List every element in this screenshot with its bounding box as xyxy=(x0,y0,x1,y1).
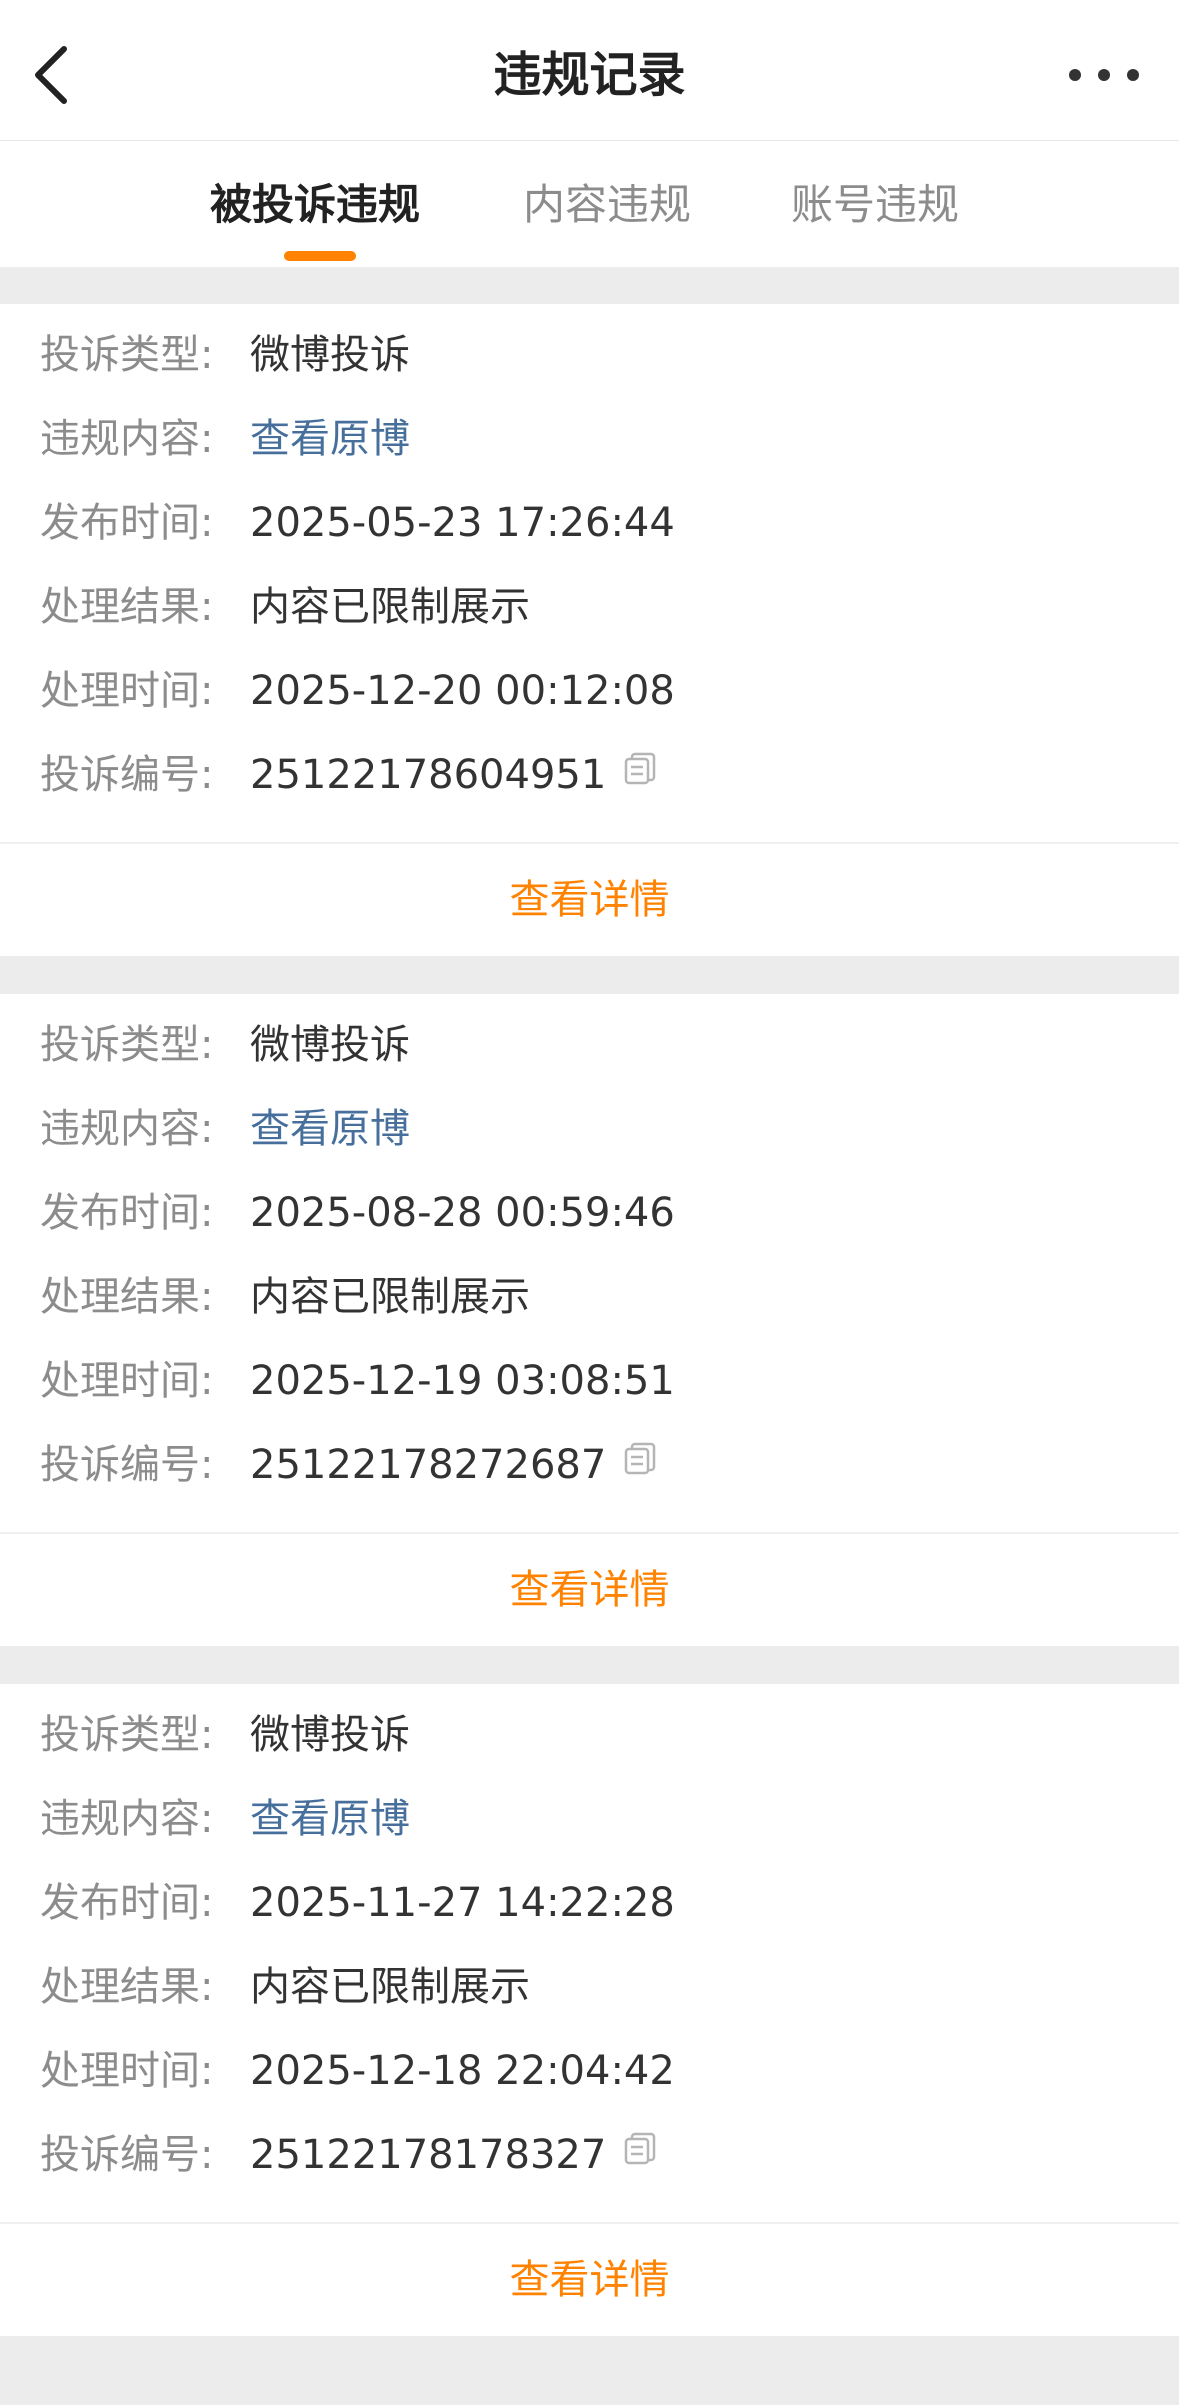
complaint-no-label: 投诉编号: xyxy=(40,2132,214,2178)
record-row-publish-time: 发布时间: 2025-05-23 17:26:44 xyxy=(40,493,675,553)
record-row-result: 处理结果: 内容已限制展示 xyxy=(40,1957,530,2017)
type-value: 微博投诉 xyxy=(250,1712,410,1758)
complaint-no-label: 投诉编号: xyxy=(40,1442,214,1488)
handle-time-label: 处理时间: xyxy=(40,668,214,714)
type-value: 微博投诉 xyxy=(250,1022,410,1068)
publish-time-label: 发布时间: xyxy=(40,500,214,546)
record-row-type: 投诉类型: 微博投诉 xyxy=(40,1015,410,1075)
record-card: 投诉类型: 微博投诉 违规内容: 查看原博 发布时间: 2025-11-27 14:2… xyxy=(0,1684,1179,2336)
complaint-no-label: 投诉编号: xyxy=(40,752,214,798)
nav-bar: 违规记录 xyxy=(0,0,1179,141)
result-value: 内容已限制展示 xyxy=(250,584,530,630)
handle-time-label: 处理时间: xyxy=(40,1358,214,1404)
complaint-no-value: 25122178178327 xyxy=(250,2132,607,2178)
publish-time-label: 发布时间: xyxy=(40,1190,214,1236)
result-value: 内容已限制展示 xyxy=(250,1964,530,2010)
publish-time-value: 2025-08-28 00:59:46 xyxy=(250,1190,675,1236)
record-row-type: 投诉类型: 微博投诉 xyxy=(40,325,410,385)
complaint-no-value: 25122178272687 xyxy=(250,1442,607,1488)
copy-icon[interactable] xyxy=(622,2123,658,2183)
tab-complained-violations[interactable]: 被投诉违规 xyxy=(210,141,420,267)
record-row-type: 投诉类型: 微博投诉 xyxy=(40,1705,410,1765)
content-label: 违规内容: xyxy=(40,1796,214,1842)
record-row-publish-time: 发布时间: 2025-11-27 14:22:28 xyxy=(40,1873,675,1933)
content-label: 违规内容: xyxy=(40,1106,214,1152)
copy-icon[interactable] xyxy=(622,743,658,803)
more-dot-icon xyxy=(1098,69,1110,81)
content-label: 违规内容: xyxy=(40,416,214,462)
record-row-content: 违规内容: 查看原博 xyxy=(40,409,410,469)
record-row-result: 处理结果: 内容已限制展示 xyxy=(40,1267,530,1327)
publish-time-value: 2025-11-27 14:22:28 xyxy=(250,1880,675,1926)
tab-account-violations[interactable]: 账号违规 xyxy=(791,141,959,267)
record-row-content: 违规内容: 查看原博 xyxy=(40,1099,410,1159)
more-dot-icon xyxy=(1127,69,1139,81)
view-details-button[interactable]: 查看详情 xyxy=(0,844,1179,957)
record-row-content: 违规内容: 查看原博 xyxy=(40,1789,410,1849)
record-row-complaint-no: 投诉编号: 25122178178327 xyxy=(40,2125,658,2185)
type-label: 投诉类型: xyxy=(40,332,214,378)
result-label: 处理结果: xyxy=(40,1964,214,2010)
record-row-handle-time: 处理时间: 2025-12-20 00:12:08 xyxy=(40,661,675,721)
complaint-no-value: 25122178604951 xyxy=(250,752,607,798)
result-label: 处理结果: xyxy=(40,1274,214,1320)
record-row-handle-time: 处理时间: 2025-12-19 03:08:51 xyxy=(40,1351,675,1411)
type-value: 微博投诉 xyxy=(250,332,410,378)
view-original-link[interactable]: 查看原博 xyxy=(250,1796,410,1842)
result-label: 处理结果: xyxy=(40,584,214,630)
page-title: 违规记录 xyxy=(493,47,686,103)
record-row-result: 处理结果: 内容已限制展示 xyxy=(40,577,530,637)
record-row-complaint-no: 投诉编号: 25122178272687 xyxy=(40,1435,658,1495)
publish-time-label: 发布时间: xyxy=(40,1880,214,1926)
publish-time-value: 2025-05-23 17:26:44 xyxy=(250,500,675,546)
handle-time-value: 2025-12-20 00:12:08 xyxy=(250,668,675,714)
type-label: 投诉类型: xyxy=(40,1022,214,1068)
view-original-link[interactable]: 查看原博 xyxy=(250,416,410,462)
more-options-button[interactable] xyxy=(1069,50,1139,100)
record-card: 投诉类型: 微博投诉 违规内容: 查看原博 发布时间: 2025-08-28 00:5… xyxy=(0,994,1179,1646)
record-row-complaint-no: 投诉编号: 25122178604951 xyxy=(40,745,658,805)
handle-time-label: 处理时间: xyxy=(40,2048,214,2094)
type-label: 投诉类型: xyxy=(40,1712,214,1758)
result-value: 内容已限制展示 xyxy=(250,1274,530,1320)
tab-content-violations[interactable]: 内容违规 xyxy=(523,141,691,267)
record-row-handle-time: 处理时间: 2025-12-18 22:04:42 xyxy=(40,2041,675,2101)
view-details-button[interactable]: 查看详情 xyxy=(0,2224,1179,2337)
active-tab-indicator xyxy=(284,251,356,261)
record-card: 投诉类型: 微博投诉 违规内容: 查看原博 发布时间: 2025-05-23 17:2… xyxy=(0,304,1179,956)
copy-icon[interactable] xyxy=(622,1433,658,1493)
more-dot-icon xyxy=(1069,69,1081,81)
view-details-button[interactable]: 查看详情 xyxy=(0,1534,1179,1647)
handle-time-value: 2025-12-18 22:04:42 xyxy=(250,2048,675,2094)
view-original-link[interactable]: 查看原博 xyxy=(250,1106,410,1152)
handle-time-value: 2025-12-19 03:08:51 xyxy=(250,1358,675,1404)
tab-bar: 被投诉违规 内容违规 账号违规 xyxy=(0,141,1179,267)
record-row-publish-time: 发布时间: 2025-08-28 00:59:46 xyxy=(40,1183,675,1243)
